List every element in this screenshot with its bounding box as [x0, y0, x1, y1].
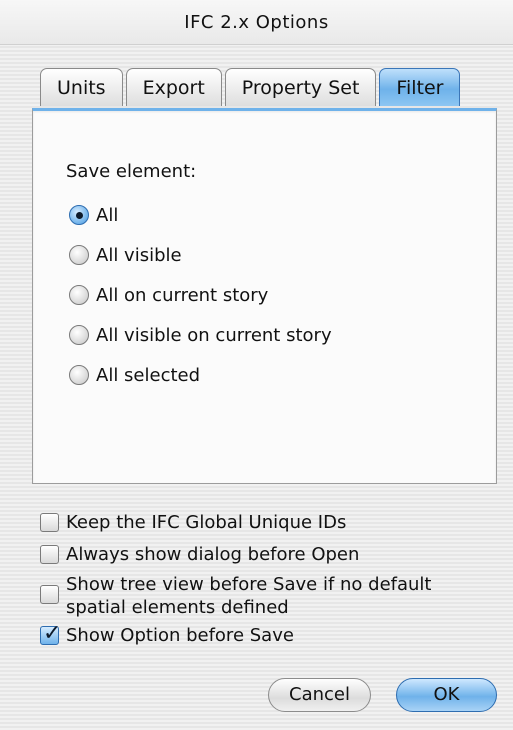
checkbox-label-line2: spatial elements defined [66, 597, 289, 618]
checkmark-icon: ✓ [43, 621, 62, 646]
radio-option-all-selected[interactable]: All selected [69, 361, 200, 389]
checkbox-show-dialog-before-open[interactable]: Always show dialog before Open [40, 543, 359, 566]
checkbox-label: Show Option before Save [66, 625, 294, 646]
radio-option-all-on-current-story[interactable]: All on current story [69, 281, 268, 309]
tab-property-set[interactable]: Property Set [224, 68, 377, 106]
radio-label: All visible on current story [96, 324, 332, 346]
save-element-label: Save element: [66, 161, 197, 182]
radio-label: All on current story [96, 284, 269, 306]
radio-button[interactable] [69, 245, 89, 265]
filter-panel: Save element: All All visible All on cur… [32, 108, 497, 484]
checkbox-label: Always show dialog before Open [66, 544, 360, 565]
radio-button-selected[interactable] [69, 205, 89, 225]
checkbox-checked[interactable]: ✓ [40, 621, 61, 646]
tab-filter[interactable]: Filter [379, 68, 461, 106]
radio-button[interactable] [69, 365, 89, 385]
tab-bar: Units Export Property Set Filter [40, 68, 463, 108]
checkbox-label: Show tree view before Save if no default… [66, 573, 431, 619]
radio-option-all[interactable]: All [69, 201, 118, 229]
ok-button[interactable]: OK [396, 678, 497, 712]
checkbox-show-tree-view[interactable]: Show tree view before Save if no default… [40, 573, 431, 619]
checkbox-keep-global-ids[interactable]: Keep the IFC Global Unique IDs [40, 511, 346, 534]
dialog-window: IFC 2.x Options Units Export Property Se… [0, 0, 513, 730]
checkbox-show-option-before-save[interactable]: ✓ Show Option before Save [40, 621, 294, 647]
checkbox[interactable] [40, 513, 59, 532]
checkbox-label: Keep the IFC Global Unique IDs [66, 512, 347, 533]
radio-label: All selected [96, 364, 201, 386]
radio-button[interactable] [69, 285, 89, 305]
tab-units[interactable]: Units [40, 68, 123, 106]
checkbox[interactable] [40, 585, 59, 604]
radio-option-all-visible[interactable]: All visible [69, 241, 182, 269]
window-title: IFC 2.x Options [0, 0, 513, 45]
checkbox-label-line1: Show tree view before Save if no default [66, 574, 432, 595]
radio-option-all-visible-on-current-story[interactable]: All visible on current story [69, 321, 332, 349]
checkbox[interactable] [40, 545, 59, 564]
cancel-button[interactable]: Cancel [268, 678, 371, 712]
tab-export[interactable]: Export [125, 68, 222, 106]
radio-label: All visible [96, 244, 182, 266]
radio-label: All [96, 204, 119, 226]
radio-button[interactable] [69, 325, 89, 345]
